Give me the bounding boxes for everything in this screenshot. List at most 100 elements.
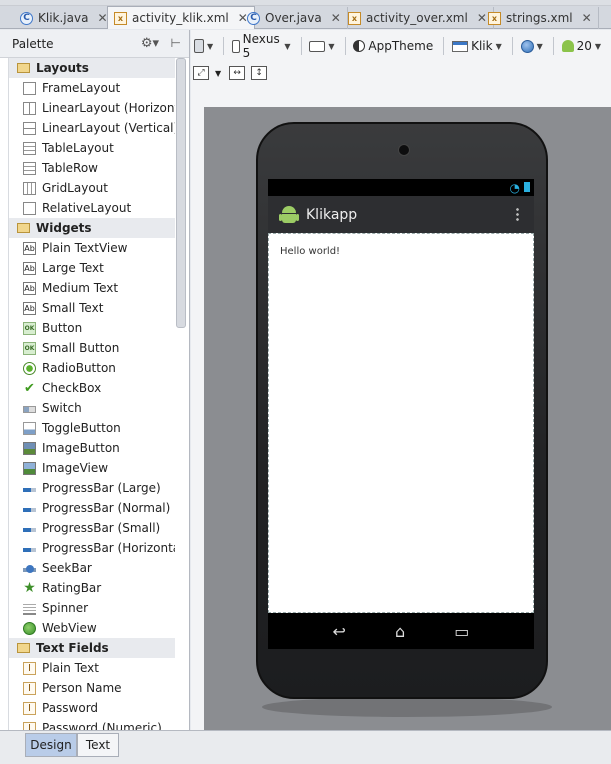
toolbar-separator [443,37,445,55]
item-label: ProgressBar (Small) [42,521,161,535]
palette-item-small-text[interactable]: Ab Small Text [9,298,175,318]
gear-icon[interactable]: ⚙▾ [141,36,159,51]
palette-item-linearlayout-vertical[interactable]: LinearLayout (Vertical) [9,118,175,138]
item-label: CheckBox [42,381,102,395]
item-label: ImageView [42,461,109,475]
tab-design[interactable]: Design [25,733,77,757]
activity-select[interactable]: Klik ▼ [452,39,502,53]
palette-item-progressbar-horizontal[interactable]: ProgressBar (Horizontal) [9,538,175,558]
zoom-fit-icon[interactable]: ⤢ [193,66,209,80]
palette-item-medium-text[interactable]: Ab Medium Text [9,278,175,298]
folder-icon [17,63,30,73]
palette-item-password[interactable]: I Password [9,698,175,718]
gridlayout-icon [23,181,36,195]
textfield-icon: I [23,681,36,695]
item-label: Plain TextView [42,241,128,255]
device-screen: ◔ Klikapp Hello world! ↩ ⌂ ▭ [268,179,534,649]
close-icon[interactable]: ✕ [582,11,592,25]
palette-item-framelayout[interactable]: FrameLayout [9,78,175,98]
locale-select[interactable]: ▼ [520,39,543,53]
item-label: ImageButton [42,441,120,455]
category-widgets[interactable]: Widgets [9,218,175,238]
palette-item-plain-textview[interactable]: Ab Plain TextView [9,238,175,258]
palette-item-password-numeric[interactable]: I Password (Numeric) [9,718,175,730]
item-label: LinearLayout (Vertical) [42,121,175,135]
editor-toolbar: ▼ Nexus 5 ▼ ▼ AppTheme Klik ▼ ▼ 20 ▼ [191,32,611,60]
palette-list: Layouts FrameLayout LinearLayout (Horizo… [8,58,175,730]
dropdown-arrow-icon[interactable]: ▼ [215,69,221,78]
close-icon[interactable]: ✕ [331,11,341,25]
palette-item-radiobutton[interactable]: RadioButton [9,358,175,378]
category-layouts[interactable]: Layouts [9,58,175,78]
tab-klik-java[interactable]: C Klik.java ✕ [14,7,115,29]
layout-editor: ▼ Nexus 5 ▼ ▼ AppTheme Klik ▼ ▼ 20 ▼ ⤢ ▼… [191,30,611,730]
tab-label: Text [85,738,111,752]
item-label: TableLayout [42,141,114,155]
category-text-fields[interactable]: Text Fields [9,638,175,658]
palette-item-progressbar-large[interactable]: ProgressBar (Large) [9,478,175,498]
activity-icon [452,40,469,52]
tab-over-java[interactable]: C Over.java ✕ [241,7,348,29]
api-level-select[interactable]: 20 ▼ [561,39,601,53]
tab-activity-over-xml[interactable]: x activity_over.xml ✕ [342,7,494,29]
tab-activity-klik-xml[interactable]: x activity_klik.xml ✕ [107,6,255,29]
palette-item-ratingbar[interactable]: ★ RatingBar [9,578,175,598]
item-label: ProgressBar (Horizontal) [42,541,175,555]
height-fit-icon[interactable]: ↕ [251,66,268,80]
tablerow-icon [23,161,36,175]
palette-item-switch[interactable]: Switch [9,398,175,418]
dropdown-arrow-icon: ▼ [495,41,502,51]
palette-item-plain-text[interactable]: I Plain Text [9,658,175,678]
palette-item-progressbar-small[interactable]: ProgressBar (Small) [9,518,175,538]
speaker-icon [398,144,410,156]
palette-item-tablelayout[interactable]: TableLayout [9,138,175,158]
hello-textview[interactable]: Hello world! [280,246,340,257]
tab-strings-xml[interactable]: x strings.xml ✕ [482,7,599,29]
recents-icon: ▭ [454,621,470,641]
xml-file-icon: x [114,11,127,25]
palette-item-linearlayout-horizontal[interactable]: LinearLayout (Horizontal) [9,98,175,118]
width-fit-icon[interactable]: ↔ [229,66,246,80]
palette-item-imageview[interactable]: ImageView [9,458,175,478]
togglebutton-icon [23,421,36,435]
textfield-icon: I [23,721,36,730]
palette-scrollbar[interactable] [176,58,186,328]
palette-item-small-button[interactable]: OK Small Button [9,338,175,358]
hide-panel-icon[interactable]: ⊢ [171,36,181,50]
linearlayout-vertical-icon [23,121,36,135]
palette-item-progressbar-normal[interactable]: ProgressBar (Normal) [9,498,175,518]
palette-item-relativelayout[interactable]: RelativeLayout [9,198,175,218]
palette-item-large-text[interactable]: Ab Large Text [9,258,175,278]
palette-item-tablerow[interactable]: TableRow [9,158,175,178]
palette-item-button[interactable]: OK Button [9,318,175,338]
device-config-button[interactable]: ▼ [194,39,213,53]
orientation-button[interactable]: ▼ [309,40,335,52]
layout-root[interactable]: Hello world! [268,233,534,613]
battery-icon [524,182,530,192]
palette-item-togglebutton[interactable]: ToggleButton [9,418,175,438]
palette-item-spinner[interactable]: Spinner [9,598,175,618]
item-label: ProgressBar (Large) [42,481,161,495]
close-icon[interactable]: ✕ [97,11,107,25]
tab-label: Klik.java [38,11,89,25]
item-label: Password [42,701,99,715]
button-icon: OK [23,341,36,355]
palette-item-gridlayout[interactable]: GridLayout [9,178,175,198]
device-select[interactable]: Nexus 5 ▼ [232,32,291,60]
tab-text[interactable]: Text [77,733,119,757]
design-canvas[interactable]: ◔ Klikapp Hello world! ↩ ⌂ ▭ [204,107,611,730]
palette-item-person-name[interactable]: I Person Name [9,678,175,698]
palette-item-webview[interactable]: WebView [9,618,175,638]
overflow-menu-icon[interactable] [516,207,519,222]
theme-select[interactable]: AppTheme [353,39,433,53]
toolbar-separator [552,37,554,55]
palette-item-checkbox[interactable]: ✔ CheckBox [9,378,175,398]
item-label: WebView [42,621,97,635]
palette-item-seekbar[interactable]: SeekBar [9,558,175,578]
toolbar-separator [511,37,513,55]
palette-item-imagebutton[interactable]: ImageButton [9,438,175,458]
item-label: TableRow [42,161,98,175]
dropdown-arrow-icon: ▼ [536,41,543,51]
toolbar-separator [344,37,346,55]
item-label: Small Text [42,301,104,315]
